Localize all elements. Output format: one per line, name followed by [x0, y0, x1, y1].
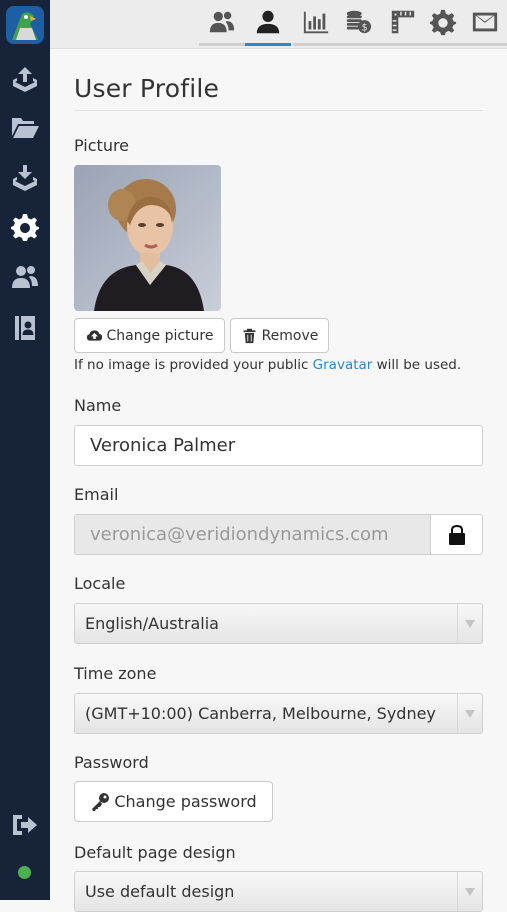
chevron-down-icon — [457, 872, 482, 911]
password-label: Password — [74, 753, 149, 772]
folder-open-icon[interactable] — [8, 110, 42, 144]
chevron-down-icon — [457, 604, 482, 643]
email-label: Email — [74, 485, 119, 504]
email-input: veronica@veridiondynamics.com — [74, 514, 431, 555]
title-divider — [74, 110, 483, 111]
user-icon — [256, 10, 280, 33]
sign-out-icon[interactable] — [8, 808, 42, 842]
page-title: User Profile — [74, 74, 220, 103]
lock-icon — [448, 524, 465, 545]
hint-prefix: If no image is provided your public — [74, 357, 313, 373]
name-input[interactable]: Veronica Palmer — [74, 425, 483, 466]
trash-icon — [243, 328, 256, 344]
profile-picture — [74, 165, 221, 311]
bar-chart-icon — [303, 11, 329, 33]
page-design-value: Use default design — [85, 882, 235, 901]
cloud-upload-icon — [86, 330, 102, 341]
page-design-label: Default page design — [74, 843, 236, 862]
change-picture-button[interactable]: Change picture — [74, 318, 225, 353]
name-label: Name — [74, 396, 122, 415]
tab-users[interactable] — [199, 0, 245, 46]
timezone-select[interactable]: (GMT+10:00) Canberra, Melbourne, Sydney — [74, 693, 483, 734]
key-icon — [92, 792, 110, 811]
locale-value: English/Australia — [85, 614, 219, 633]
gravatar-link[interactable]: Gravatar — [313, 357, 373, 373]
top-toolbar: $ — [50, 0, 507, 49]
gear-icon — [429, 9, 457, 35]
app-logo[interactable] — [6, 6, 44, 44]
download-icon[interactable] — [8, 161, 42, 195]
tab-billing[interactable]: $ — [335, 0, 381, 46]
ruler-icon — [391, 10, 415, 33]
envelope-icon — [472, 12, 498, 31]
locale-label: Locale — [74, 574, 126, 593]
upload-icon[interactable] — [8, 62, 42, 96]
timezone-label: Time zone — [74, 664, 157, 683]
remove-picture-button[interactable]: Remove — [230, 318, 329, 353]
contacts-book-icon[interactable] — [8, 311, 42, 345]
online-status-indicator — [18, 866, 31, 879]
users-icon — [209, 11, 235, 32]
change-picture-label: Change picture — [106, 327, 214, 344]
avatar-image — [74, 165, 221, 311]
tab-reports[interactable] — [293, 0, 339, 46]
hint-suffix: will be used. — [372, 357, 462, 373]
coins-icon: $ — [346, 10, 372, 33]
email-lock-button[interactable] — [430, 514, 483, 555]
page-design-select[interactable]: Use default design — [74, 871, 483, 912]
users-icon[interactable] — [8, 260, 42, 294]
gravatar-hint: If no image is provided your public Grav… — [74, 357, 461, 373]
chevron-down-icon — [457, 694, 482, 733]
parrot-logo-icon — [6, 6, 44, 44]
change-password-button[interactable]: Change password — [74, 781, 273, 822]
svg-text:$: $ — [362, 22, 368, 33]
tab-settings[interactable] — [420, 0, 466, 46]
change-password-label: Change password — [114, 792, 257, 811]
remove-picture-label: Remove — [261, 327, 319, 344]
settings-gear-icon[interactable] — [8, 210, 42, 244]
picture-label: Picture — [74, 136, 130, 155]
left-sidebar — [0, 0, 50, 900]
locale-select[interactable]: English/Australia — [74, 603, 483, 644]
tab-messages[interactable] — [462, 0, 507, 46]
tab-profile[interactable] — [245, 0, 291, 46]
timezone-value: (GMT+10:00) Canberra, Melbourne, Sydney — [85, 704, 436, 723]
